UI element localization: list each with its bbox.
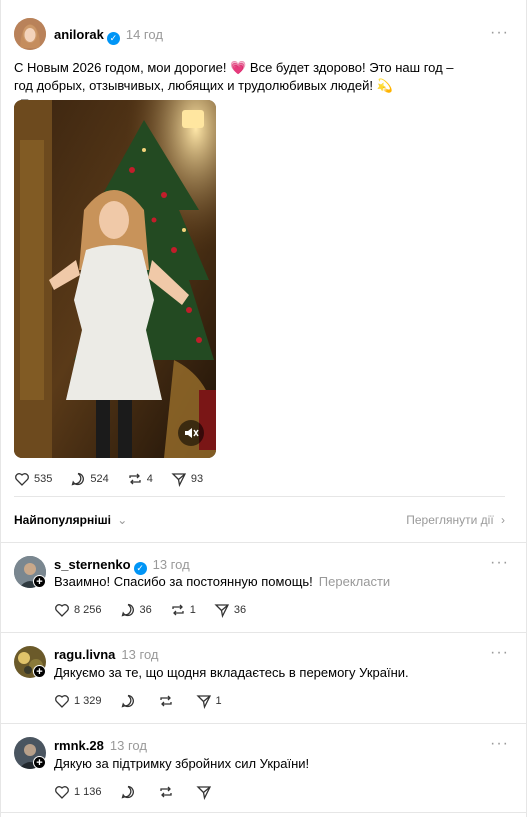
chevron-down-icon: ⌄ bbox=[117, 513, 128, 527]
follow-plus-icon[interactable]: + bbox=[33, 665, 46, 678]
heart-icon bbox=[55, 695, 69, 708]
share-button[interactable]: 93 bbox=[171, 471, 203, 487]
divider bbox=[0, 542, 527, 543]
reply-username[interactable]: s_sternenko bbox=[54, 557, 131, 572]
comment-icon bbox=[121, 603, 134, 617]
like-count: 1 136 bbox=[74, 786, 102, 798]
mute-icon[interactable] bbox=[178, 420, 204, 446]
repost-count: 4 bbox=[146, 473, 153, 485]
divider bbox=[0, 812, 527, 813]
more-options-icon[interactable]: ··· bbox=[490, 644, 509, 662]
like-count: 8 256 bbox=[74, 604, 102, 616]
reply-username[interactable]: rmnk.28 bbox=[54, 738, 104, 753]
repost-icon bbox=[159, 695, 172, 707]
like-count: 535 bbox=[34, 473, 53, 485]
send-icon bbox=[214, 604, 229, 618]
view-activity-label: Переглянути дії bbox=[406, 513, 494, 527]
post-username[interactable]: anilorak bbox=[54, 27, 104, 42]
chevron-right-icon: › bbox=[501, 513, 505, 527]
send-icon bbox=[171, 473, 186, 487]
more-options-icon[interactable]: ··· bbox=[490, 735, 509, 753]
sort-dropdown[interactable]: Найпопулярніші ⌄ bbox=[14, 513, 127, 527]
reply-actions: 1 329 1 bbox=[54, 693, 240, 709]
share-button[interactable] bbox=[195, 784, 216, 800]
comment-button[interactable]: 36 bbox=[120, 602, 152, 618]
view-activity-link[interactable]: Переглянути дії › bbox=[406, 513, 505, 527]
send-icon bbox=[195, 786, 211, 800]
comment-button[interactable] bbox=[120, 784, 140, 800]
avatar-image bbox=[14, 18, 46, 50]
post-text: С Новым 2026 годом, мои дорогие! 💗 Все б… bbox=[14, 60, 454, 93]
repost-count: 1 bbox=[189, 604, 196, 616]
more-options-icon[interactable]: ··· bbox=[490, 554, 509, 572]
share-button[interactable]: 36 bbox=[214, 602, 246, 618]
reply-text: Дякую за підтримку збройних сил України! bbox=[54, 756, 310, 771]
like-button[interactable]: 1 136 bbox=[54, 784, 102, 800]
repost-icon bbox=[172, 604, 184, 616]
reply-username[interactable]: ragu.livna bbox=[54, 647, 115, 662]
reply-time[interactable]: 13 год bbox=[110, 738, 147, 753]
reply-text-block: Взаимно! Спасибо за постоянную помощь! Пе… bbox=[54, 573, 390, 591]
translate-link[interactable]: Перекласти bbox=[319, 574, 390, 589]
repost-button[interactable]: 4 bbox=[127, 471, 153, 487]
repost-icon bbox=[129, 473, 141, 485]
avatar[interactable] bbox=[14, 18, 46, 50]
comment-icon bbox=[71, 472, 85, 486]
reply-actions: 1 136 bbox=[54, 784, 234, 800]
like-count: 1 329 bbox=[74, 695, 102, 707]
like-button[interactable]: 535 bbox=[14, 471, 52, 487]
divider bbox=[0, 723, 527, 724]
post-video[interactable] bbox=[14, 100, 216, 458]
comment-button[interactable]: 524 bbox=[70, 471, 109, 487]
video-frame-image bbox=[14, 100, 216, 458]
reply-time[interactable]: 13 год bbox=[121, 647, 158, 662]
reply-actions: 8 256 36 1 36 bbox=[54, 602, 264, 618]
share-count: 1 bbox=[215, 695, 222, 707]
repost-button[interactable] bbox=[158, 784, 178, 800]
like-button[interactable]: 1 329 bbox=[54, 693, 102, 709]
repost-icon bbox=[159, 786, 172, 798]
heart-icon bbox=[55, 604, 69, 617]
reply-text: Взаимно! Спасибо за постоянную помощь! bbox=[54, 574, 313, 589]
post-actions: 535 524 4 93 bbox=[14, 471, 221, 487]
more-options-icon[interactable]: ··· bbox=[490, 24, 509, 42]
repost-button[interactable] bbox=[158, 693, 178, 709]
comment-button[interactable] bbox=[120, 693, 140, 709]
comment-icon bbox=[121, 694, 134, 708]
divider bbox=[0, 632, 527, 633]
reply-text: Дякуємо за те, що щодня вкладаєтесь в пе… bbox=[54, 665, 409, 680]
comment-count: 36 bbox=[139, 604, 152, 616]
repost-button[interactable]: 1 bbox=[170, 602, 196, 618]
sort-label: Найпопулярніші bbox=[14, 513, 111, 527]
heart-icon bbox=[55, 786, 69, 799]
divider bbox=[14, 496, 505, 497]
share-count: 36 bbox=[233, 604, 247, 616]
like-button[interactable]: 8 256 bbox=[54, 602, 102, 618]
heart-icon bbox=[15, 473, 29, 486]
send-icon bbox=[195, 695, 211, 709]
comment-icon bbox=[121, 785, 134, 799]
follow-plus-icon[interactable]: + bbox=[33, 756, 46, 769]
comment-count: 524 bbox=[90, 473, 109, 485]
share-count: 93 bbox=[190, 473, 204, 485]
reply-time[interactable]: 13 год bbox=[153, 557, 190, 572]
post-time[interactable]: 14 год bbox=[126, 27, 163, 42]
verified-icon: ✓ bbox=[106, 32, 120, 45]
share-button[interactable]: 1 bbox=[195, 693, 222, 709]
follow-plus-icon[interactable]: + bbox=[33, 575, 46, 588]
